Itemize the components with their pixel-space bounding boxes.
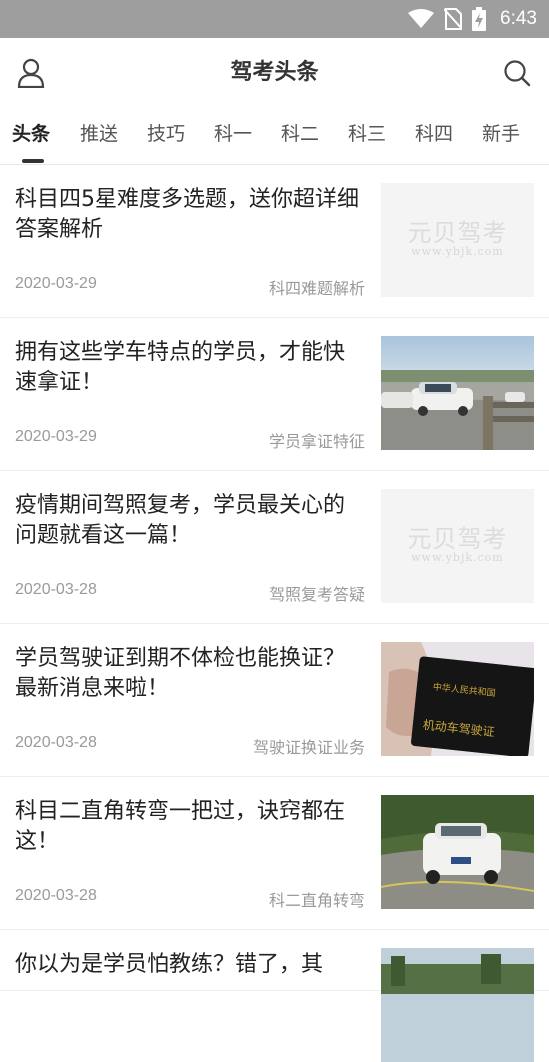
article-thumbnail — [381, 948, 534, 1062]
article-list: 科目四5星难度多选题，送你超详细答案解析 2020-03-29 科四难题解析 元… — [0, 165, 549, 1062]
article-date: 2020-03-29 — [15, 428, 97, 445]
tab-subject-one[interactable]: 科一 — [214, 108, 252, 164]
article-tag: 科二直角转弯 — [268, 891, 365, 910]
article-tag: 科四难题解析 — [268, 279, 365, 298]
article-thumbnail: 元贝驾考 www.ybjk.com — [381, 183, 534, 297]
article-title: 学员驾驶证到期不体检也能换证？最新消息来啦！ — [15, 646, 346, 701]
tab-push[interactable]: 推送 — [80, 108, 118, 164]
article-thumbnail: 中华人民共和国 机动车驾驶证 — [381, 642, 534, 756]
list-item[interactable]: 学员驾驶证到期不体检也能换证？最新消息来啦！ 2020-03-28 驾驶证换证业… — [0, 624, 549, 777]
tab-subject-two[interactable]: 科二 — [281, 108, 319, 164]
list-item[interactable]: 科目四5星难度多选题，送你超详细答案解析 2020-03-29 科四难题解析 元… — [0, 165, 549, 318]
tab-novice[interactable]: 新手 — [482, 108, 520, 164]
article-tag: 学员拿证特征 — [268, 432, 365, 451]
list-item[interactable]: 拥有这些学车特点的学员，才能快速拿证！ 2020-03-29 学员拿证特征 — [0, 318, 549, 471]
article-tag: 驾照复考答疑 — [268, 585, 365, 604]
list-item[interactable]: 科目二直角转弯一把过，诀窍都在这！ 2020-03-28 科二直角转弯 — [0, 777, 549, 930]
article-tag: 驾驶证换证业务 — [252, 738, 365, 757]
search-button[interactable] — [499, 55, 535, 91]
status-bar: 6:43 — [0, 0, 549, 38]
road-photo — [381, 948, 534, 1062]
tab-subject-three[interactable]: 科三 — [348, 108, 386, 164]
tab-subject-four[interactable]: 科四 — [415, 108, 453, 164]
tab-tips[interactable]: 技巧 — [147, 108, 185, 164]
no-sim-icon — [444, 8, 463, 30]
list-item[interactable]: 你以为是学员怕教练？错了，其 — [0, 930, 549, 1062]
article-thumbnail — [381, 795, 534, 909]
wifi-icon — [408, 9, 435, 28]
placeholder-url: www.ybjk.com — [411, 245, 504, 258]
license-photo: 中华人民共和国 机动车驾驶证 — [381, 642, 534, 756]
active-tab-indicator — [22, 159, 44, 163]
article-thumbnail — [381, 336, 534, 450]
placeholder-url: www.ybjk.com — [411, 551, 504, 564]
article-date: 2020-03-28 — [15, 581, 97, 598]
driving-school-photo — [381, 336, 534, 450]
article-date: 2020-03-28 — [15, 734, 97, 751]
article-date: 2020-03-28 — [15, 887, 97, 904]
article-title: 拥有这些学车特点的学员，才能快速拿证！ — [15, 340, 346, 395]
article-title: 科目四5星难度多选题，送你超详细答案解析 — [15, 187, 359, 242]
battery-charging-icon — [472, 7, 487, 31]
tab-headlines[interactable]: 头条 — [12, 108, 50, 164]
page-title: 驾考头条 — [230, 60, 319, 85]
article-date: 2020-03-29 — [15, 275, 97, 292]
article-title: 疫情期间驾照复考，学员最关心的问题就看这一篇！ — [15, 493, 346, 548]
car-photo — [381, 795, 534, 909]
article-title: 你以为是学员怕教练？错了，其 — [15, 952, 324, 977]
app-bar: 驾考头条 — [0, 38, 549, 108]
search-icon — [504, 60, 531, 87]
article-thumbnail: 元贝驾考 www.ybjk.com — [381, 489, 534, 603]
status-icons: 6:43 — [408, 0, 537, 38]
article-title: 科目二直角转弯一把过，诀窍都在这！ — [15, 799, 346, 854]
category-tabs: 头条 推送 技巧 科一 科二 科三 科四 新手 — [0, 108, 549, 165]
placeholder-logo: 元贝驾考 — [407, 219, 508, 247]
status-time: 6:43 — [500, 8, 537, 29]
list-item[interactable]: 疫情期间驾照复考，学员最关心的问题就看这一篇！ 2020-03-28 驾照复考答… — [0, 471, 549, 624]
placeholder-logo: 元贝驾考 — [407, 525, 508, 553]
